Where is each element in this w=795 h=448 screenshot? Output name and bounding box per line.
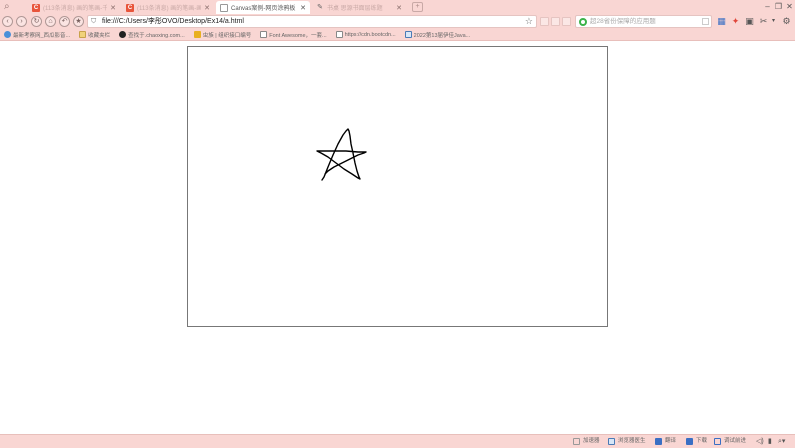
extension-button-2[interactable] — [551, 17, 560, 26]
chevron-down-icon[interactable]: ▾ — [768, 16, 779, 27]
chaoxing-icon — [119, 31, 127, 38]
bookmark-label: 最新考察网_西瓜影音... — [13, 32, 71, 39]
nav-toolbar: ‹ › ↻ ⌂ ↶ ★ ⛉ file:///C:/Users/李彤OVO/Des… — [0, 14, 795, 29]
debug-item[interactable]: 调试前进 — [714, 437, 746, 446]
c-logo-icon: C — [126, 3, 134, 12]
signal-icon[interactable]: ▮ — [768, 437, 772, 446]
tab-strip: ⌕ C (113条消息) 画的笔画-千... ✕ C (113条消息) 画的笔画… — [0, 0, 795, 14]
address-bar[interactable]: ⛉ file:///C:/Users/李彤OVO/Desktop/Ex14/a.… — [87, 15, 537, 28]
bookmark-label: Font Awesome，一套... — [269, 32, 327, 39]
new-tab-button[interactable]: + — [412, 2, 423, 12]
arrow-icon — [714, 438, 721, 445]
bookmark-label: 2022第13届伊佳Java... — [413, 32, 471, 39]
c-logo-icon: C — [32, 3, 40, 12]
undo-close-icon[interactable]: ↶ — [59, 16, 70, 27]
close-icon[interactable]: ✕ — [300, 4, 306, 12]
close-icon[interactable]: ✕ — [110, 4, 116, 12]
tab-title: (113条消息) 画的笔画-画... — [137, 6, 202, 12]
bookmark-label: 虫族 | 组织接口编号 — [202, 32, 252, 39]
close-icon[interactable]: ✕ — [204, 4, 210, 12]
browser-doctor-item[interactable]: 浏览器医生 — [608, 437, 646, 446]
bookmark-item[interactable]: 2022第13届伊佳Java... — [404, 31, 471, 39]
home-icon[interactable]: ⌂ — [45, 16, 56, 27]
star-stroke — [316, 128, 367, 181]
star-drawing — [316, 128, 367, 181]
download-item[interactable]: 下载 — [686, 437, 707, 446]
tab-practice[interactable]: ✎ 书桌 思源书面层练题 ✕ — [312, 1, 406, 14]
search-go-icon[interactable] — [702, 18, 709, 25]
search-engine-icon[interactable] — [579, 18, 587, 26]
folder-icon — [79, 31, 87, 38]
tab-title: Canvas案例-网页涂鸦板 — [231, 6, 296, 12]
bookmark-item[interactable]: 查找于.chaoxing.com... — [119, 31, 185, 39]
bookmark-label: https://cdn.bootcdn... — [344, 31, 396, 38]
search-bar[interactable]: 超28省份保障的应用题 — [575, 15, 712, 28]
bookmark-item[interactable]: 虫族 | 组织接口编号 — [193, 31, 252, 39]
translate-item[interactable]: 翻译 — [655, 437, 676, 446]
reload-icon[interactable]: ↻ — [31, 16, 42, 27]
status-label: 调试前进 — [724, 438, 747, 444]
game-icon[interactable]: ✦ — [730, 16, 741, 27]
search-placeholder[interactable]: 超28省份保障的应用题 — [590, 16, 656, 27]
tab-title: 书桌 思源书面层练题 — [327, 6, 383, 12]
extension-button-3[interactable] — [562, 17, 571, 26]
page-icon — [220, 3, 228, 12]
tab-canvas-active[interactable]: Canvas案例-网页涂鸦板 ✕ — [216, 1, 310, 14]
tab-csdn-1[interactable]: C (113条消息) 画的笔画-千... ✕ — [28, 1, 120, 14]
forward-icon[interactable]: › — [16, 16, 27, 27]
window-close-icon[interactable]: ✕ — [784, 1, 795, 12]
quill-icon: ✎ — [317, 3, 323, 11]
avatar-icon — [193, 31, 201, 38]
browser-window: ⌕ C (113条消息) 画的笔画-千... ✕ C (113条消息) 画的笔画… — [0, 0, 795, 448]
bookmark-item[interactable]: Font Awesome，一套... — [260, 31, 327, 39]
favorite-icon[interactable]: ★ — [73, 16, 84, 27]
translate-icon — [655, 438, 662, 445]
status-label: 翻译 — [665, 438, 677, 444]
status-label: 加速器 — [583, 438, 600, 444]
shield-icon: ⛉ — [91, 18, 97, 25]
back-icon[interactable]: ‹ — [2, 16, 13, 27]
bookmark-item[interactable]: 最新考察网_西瓜影音... — [4, 31, 70, 39]
bookmarks-bar: 最新考察网_西瓜影音... 收藏夹栏 查找于.chaoxing.com... 虫… — [0, 29, 795, 41]
speaker-icon[interactable]: ◁) — [756, 437, 764, 446]
menu-icon[interactable]: ⚙ — [781, 16, 792, 27]
rocket-icon — [573, 438, 580, 445]
page-content — [0, 42, 795, 434]
blue-circle-icon — [4, 31, 11, 38]
status-bar: 加速器 浏览器医生 翻译 下载 调试前进 ◁) ▮ ⌕▾ — [0, 434, 795, 448]
minimize-icon[interactable]: – — [762, 1, 773, 12]
status-label: 浏览器医生 — [618, 438, 646, 444]
bag-icon[interactable]: ▣ — [744, 16, 755, 27]
bookmark-item[interactable]: https://cdn.bootcdn... — [335, 31, 396, 38]
bookmark-item[interactable]: 收藏夹栏 — [79, 31, 110, 39]
tab-title: (113条消息) 画的笔画-千... — [43, 6, 108, 12]
download-icon — [686, 438, 693, 445]
doctor-icon — [608, 438, 615, 445]
restore-icon[interactable]: ❐ — [773, 1, 784, 12]
url-text[interactable]: file:///C:/Users/李彤OVO/Desktop/Ex14/a.ht… — [102, 16, 244, 27]
page-icon — [260, 31, 268, 38]
extension-button-1[interactable] — [540, 17, 549, 26]
status-label: 下载 — [696, 438, 708, 444]
calendar-icon — [404, 31, 412, 38]
accelerator-item[interactable]: 加速器 — [573, 437, 600, 446]
zoom-icon[interactable]: ⌕▾ — [778, 437, 785, 446]
tab-csdn-2[interactable]: C (113条消息) 画的笔画-画... ✕ — [122, 1, 214, 14]
browser-search-icon[interactable]: ⌕ — [4, 1, 20, 13]
drawing-canvas[interactable] — [187, 46, 608, 327]
close-icon[interactable]: ✕ — [396, 4, 402, 12]
bookmark-label: 查找于.chaoxing.com... — [128, 32, 185, 39]
page-icon — [335, 31, 343, 38]
apps-icon[interactable]: ▦ — [716, 16, 727, 27]
bookmark-label: 收藏夹栏 — [88, 32, 111, 39]
bookmark-star-icon[interactable]: ☆ — [525, 16, 533, 27]
